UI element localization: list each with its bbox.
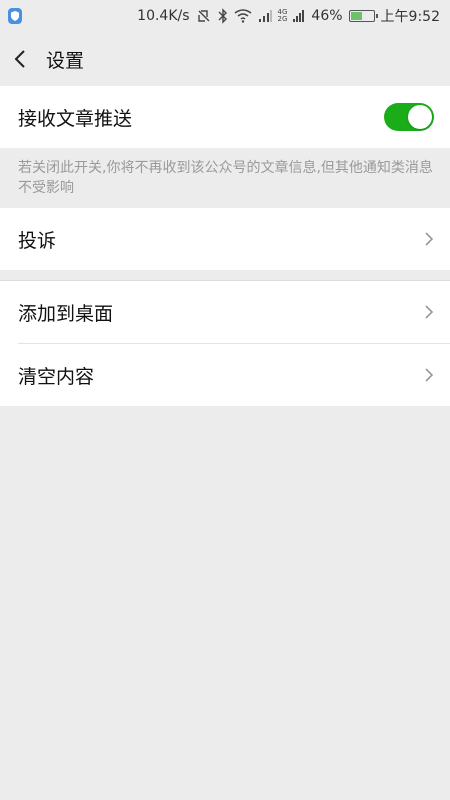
complain-label: 投诉 bbox=[18, 229, 57, 252]
chevron-right-icon bbox=[425, 368, 434, 382]
complain-row[interactable]: 投诉 bbox=[0, 208, 450, 270]
toggle-knob bbox=[408, 105, 432, 129]
nfc-icon bbox=[196, 8, 212, 24]
back-arrow-icon[interactable] bbox=[14, 48, 32, 70]
actions-group: 添加到桌面 清空内容 bbox=[0, 280, 450, 406]
receive-articles-row[interactable]: 接收文章推送 bbox=[0, 86, 450, 148]
receive-articles-toggle[interactable] bbox=[384, 103, 434, 131]
receive-articles-group: 接收文章推送 bbox=[0, 86, 450, 148]
network-type-label: 4G 2G bbox=[277, 8, 288, 23]
add-to-desktop-label: 添加到桌面 bbox=[18, 302, 114, 325]
network-speed: 10.4K/s bbox=[137, 8, 190, 24]
battery-icon bbox=[348, 10, 378, 22]
bluetooth-icon bbox=[218, 8, 228, 24]
nav-bar: 设置 bbox=[0, 32, 450, 86]
chevron-right-icon bbox=[425, 232, 434, 246]
signal-icon-2 bbox=[293, 9, 305, 23]
section-gap bbox=[0, 270, 450, 280]
receive-articles-label: 接收文章推送 bbox=[18, 107, 133, 130]
clear-content-label: 清空内容 bbox=[18, 365, 95, 388]
signal-icon bbox=[258, 9, 272, 23]
wifi-icon bbox=[234, 9, 252, 23]
complain-group: 投诉 bbox=[0, 208, 450, 270]
app-shield-icon bbox=[8, 8, 22, 24]
page-title: 设置 bbox=[46, 49, 85, 72]
battery-percent: 46% bbox=[311, 8, 343, 24]
clear-content-row[interactable]: 清空内容 bbox=[0, 344, 450, 406]
chevron-right-icon bbox=[425, 305, 434, 319]
add-to-desktop-row[interactable]: 添加到桌面 bbox=[0, 281, 450, 343]
receive-articles-note: 若关闭此开关,你将不再收到该公众号的文章信息,但其他通知类消息不受影响 bbox=[0, 148, 450, 208]
status-bar: 10.4K/s 4G 2G 46% 上午9:52 bbox=[0, 0, 450, 32]
battery-fill bbox=[350, 12, 362, 20]
clock: 上午9:52 bbox=[380, 9, 440, 25]
